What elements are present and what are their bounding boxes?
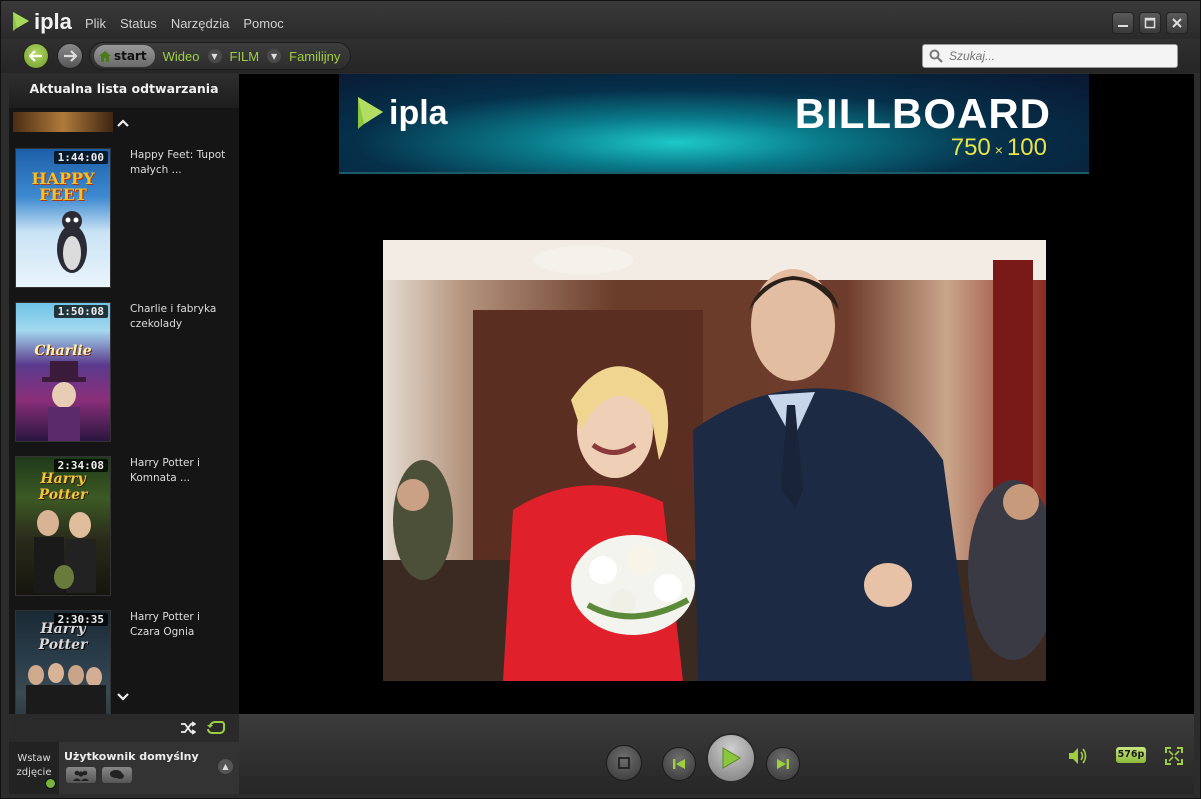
skip-forward-icon — [777, 759, 789, 769]
search-box — [922, 44, 1178, 68]
breadcrumb-start-label: start — [114, 49, 147, 63]
menu-item-narzedzia[interactable]: Narzędzia — [171, 16, 230, 31]
breadcrumb: start Wideo ▼ FILM ▼ Familijny — [89, 42, 352, 70]
skip-back-icon — [673, 759, 685, 769]
scroll-up-icon[interactable] — [115, 116, 131, 130]
menu-item-pomoc[interactable]: Pomoc — [243, 16, 283, 31]
stop-button[interactable] — [606, 745, 642, 781]
player-controls: 576p — [239, 714, 1194, 794]
expand-user-panel-button[interactable]: ▲ — [218, 759, 233, 774]
menu-bar: Plik Status Narzędzia Pomoc — [85, 16, 284, 31]
cast-figures-shape — [34, 510, 96, 593]
title-bar: ipla Plik Status Narzędzia Pomoc — [1, 1, 1200, 39]
shuffle-icon[interactable] — [180, 721, 196, 735]
menu-item-status[interactable]: Status — [120, 16, 157, 31]
video-frame[interactable] — [383, 240, 1046, 681]
cast-figures-shape — [26, 663, 106, 714]
duration-badge: 1:50:08 — [53, 305, 108, 318]
penguin-shape — [57, 211, 87, 273]
duration-badge: 2:34:08 — [53, 459, 108, 472]
chevron-down-icon[interactable]: ▼ — [267, 49, 282, 63]
billboard-height: 100 — [1006, 134, 1047, 161]
forward-button[interactable] — [57, 43, 83, 69]
app-logo-text: ipla — [34, 9, 72, 34]
list-item[interactable]: HAPPY FEET 1:44:00 Happy Feet: Tupot mał… — [9, 148, 239, 298]
breadcrumb-wideo[interactable]: Wideo — [163, 49, 200, 64]
search-icon — [929, 49, 943, 63]
search-input[interactable] — [949, 49, 1169, 63]
partial-poster — [13, 112, 113, 132]
ipla-play-icon — [11, 11, 31, 33]
resolution-badge[interactable]: 576p — [1116, 747, 1146, 763]
poster-image: Harry Potter 2:30:35 — [15, 610, 111, 714]
poster-image: Charlie 1:50:08 — [15, 302, 111, 442]
previous-button[interactable] — [662, 747, 696, 781]
hat-figure-shape — [42, 361, 86, 441]
ipla-play-icon — [358, 96, 383, 129]
list-item-title: Harry Potter i Komnata ... — [130, 457, 200, 484]
chevron-down-icon[interactable]: ▼ — [207, 49, 222, 63]
friends-button[interactable] — [66, 767, 96, 783]
stop-icon — [618, 757, 630, 769]
maximize-button[interactable] — [1139, 12, 1161, 34]
poster-image: Harry Potter 2:34:08 — [15, 456, 111, 596]
play-icon — [722, 747, 741, 769]
menu-item-plik[interactable]: Plik — [85, 16, 106, 31]
home-icon — [99, 50, 111, 62]
user-name: Użytkownik domyślny — [64, 750, 199, 763]
chat-icon — [110, 770, 124, 779]
breadcrumb-start[interactable]: start — [94, 45, 155, 67]
billboard-width: 750 — [950, 134, 991, 161]
volume-icon[interactable] — [1068, 747, 1090, 765]
video-still-image — [383, 240, 1046, 681]
scroll-down-icon[interactable] — [115, 690, 131, 704]
user-panel: Wstaw zdjęcie Użytkownik domyślny ▲ — [9, 742, 239, 794]
duration-badge: 1:44:00 — [53, 151, 108, 164]
poster-title: Charlie — [34, 343, 92, 359]
minimize-icon — [1118, 25, 1128, 27]
window-controls — [1112, 12, 1188, 34]
playlist-options — [9, 714, 239, 742]
breadcrumb-film[interactable]: FILM — [230, 49, 260, 64]
repeat-icon[interactable] — [206, 720, 226, 736]
billboard-times: × — [994, 142, 1003, 158]
billboard-logo: ipla — [355, 94, 448, 133]
arrow-right-icon — [64, 50, 77, 62]
list-item-title: Harry Potter i Czara Ognia — [130, 611, 200, 638]
duration-badge: 2:30:35 — [53, 613, 108, 626]
main-content: ipla BILLBOARD 750 × 100 — [239, 74, 1194, 714]
avatar-placeholder-label: Wstaw zdjęcie — [16, 753, 52, 778]
app-logo[interactable]: ipla — [11, 9, 72, 35]
breadcrumb-familijny[interactable]: Familijny — [289, 49, 340, 64]
playlist-list: HAPPY FEET 1:44:00 Happy Feet: Tupot mał… — [9, 108, 239, 714]
list-item-title: Charlie i fabryka czekolady — [130, 303, 217, 330]
list-item-title: Happy Feet: Tupot małych ... — [130, 149, 226, 176]
users-icon — [73, 770, 89, 781]
list-item[interactable]: Harry Potter 2:34:08 Harry Potter i Komn… — [9, 456, 239, 606]
minimize-button[interactable] — [1112, 12, 1134, 34]
avatar[interactable]: Wstaw zdjęcie — [9, 742, 59, 794]
online-status-icon — [45, 778, 56, 789]
billboard-title: BILLBOARD — [794, 90, 1051, 137]
chat-button[interactable] — [102, 767, 132, 783]
playlist-sidebar: Aktualna lista odtwarzania HAPPY FEET 1:… — [9, 74, 239, 714]
billboard-logo-text: ipla — [389, 94, 448, 132]
maximize-icon — [1144, 17, 1156, 29]
billboard-size: 750 × 100 — [951, 134, 1047, 162]
navigation-bar: start Wideo ▼ FILM ▼ Familijny — [1, 39, 1200, 73]
billboard-ad[interactable]: ipla BILLBOARD 750 × 100 — [339, 74, 1089, 174]
poster-title: Harry Potter — [38, 471, 88, 503]
list-item[interactable]: Charlie 1:50:08 Charlie i fabryka czekol… — [9, 302, 239, 452]
play-button[interactable] — [706, 733, 756, 783]
back-button[interactable] — [23, 43, 49, 69]
poster-image: HAPPY FEET 1:44:00 — [15, 148, 111, 288]
fullscreen-icon[interactable] — [1165, 747, 1183, 765]
poster-title: HAPPY FEET — [31, 169, 95, 204]
arrow-left-icon — [29, 50, 42, 62]
app-window: ipla Plik Status Narzędzia Pomoc start W… — [0, 0, 1201, 799]
close-button[interactable] — [1166, 12, 1188, 34]
close-icon — [1172, 18, 1182, 28]
next-button[interactable] — [766, 747, 800, 781]
playlist-title: Aktualna lista odtwarzania — [9, 74, 239, 108]
